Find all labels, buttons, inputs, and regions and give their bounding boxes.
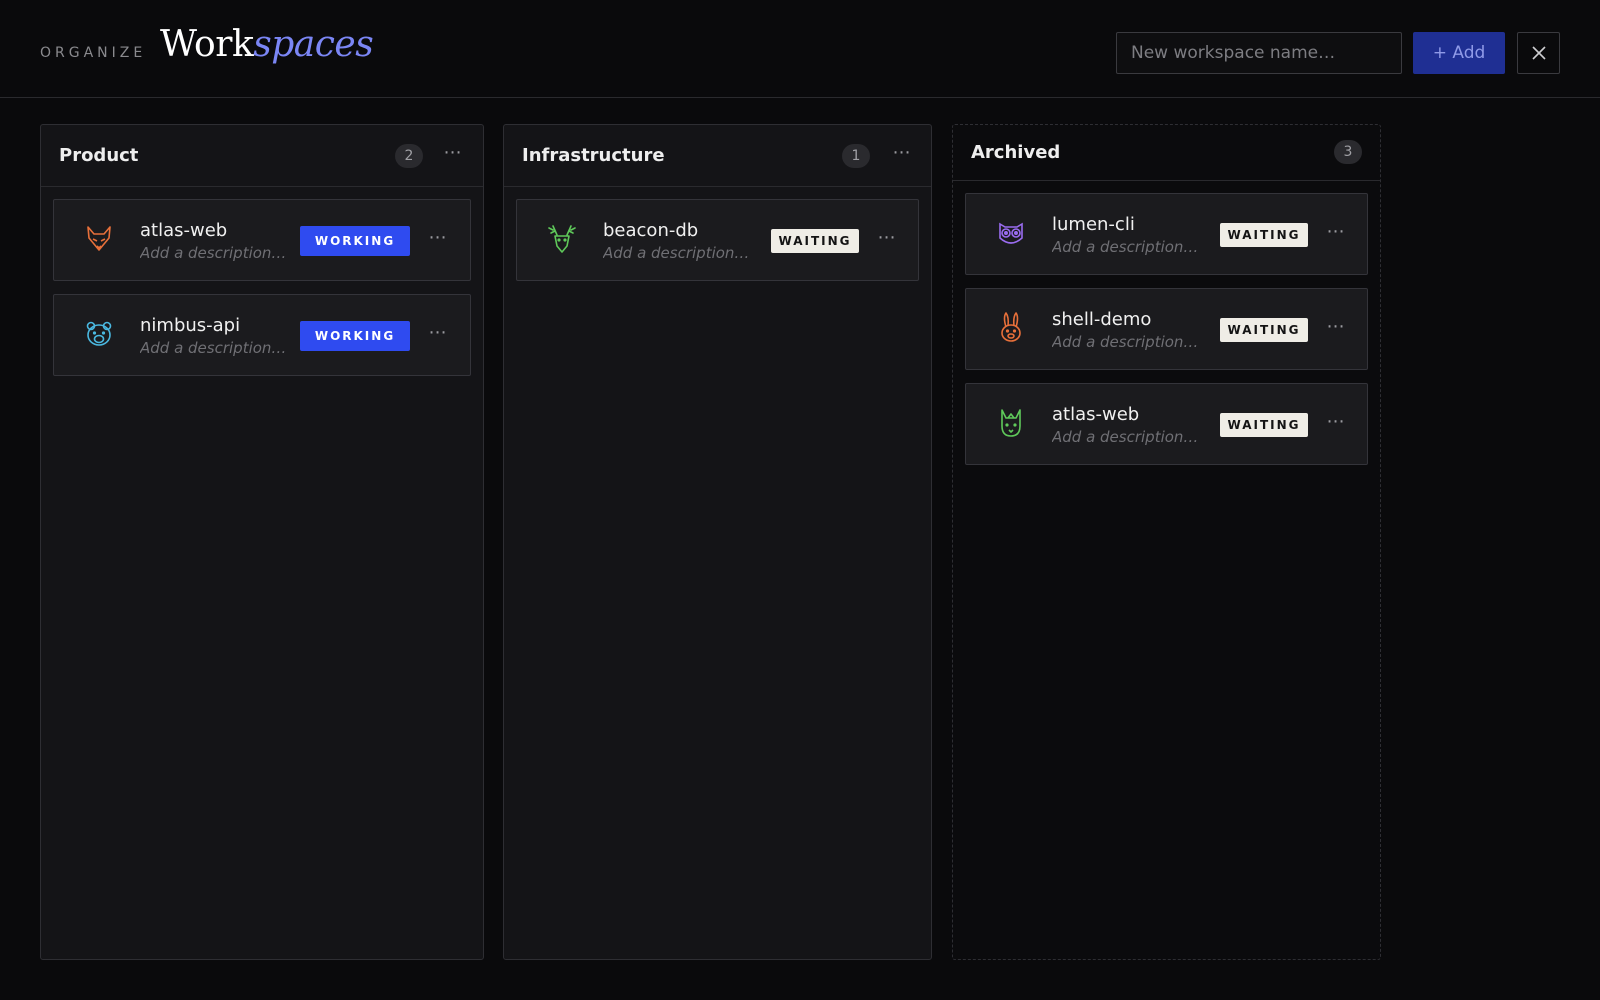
column-title: Infrastructure [522,145,665,166]
workspace-name: nimbus-api [140,315,241,336]
column-count-badge: 1 [842,144,870,168]
column-count-badge: 2 [395,144,423,168]
header: ORGANIZE Workspaces + Add [0,0,1600,98]
column-archived: Archived 3 lumen-cli Add a description… … [952,124,1381,960]
close-button[interactable] [1517,32,1560,74]
workspace-card[interactable]: atlas-web Add a description… WAITING ⋯ [965,383,1368,465]
workspace-card[interactable]: lumen-cli Add a description… WAITING ⋯ [965,193,1368,275]
page-title-main: Work [160,24,254,65]
column-header: Infrastructure 1 ⋯ [504,125,931,187]
close-icon [1531,46,1546,60]
workspace-name: lumen-cli [1052,214,1135,235]
status-badge: WAITING [1220,223,1308,247]
column-header: Archived 3 [953,125,1380,181]
workspace-name: beacon-db [603,220,699,241]
status-badge: WORKING [300,226,410,256]
fox-icon [87,226,111,251]
card-menu-button[interactable]: ⋯ [875,228,899,252]
owl-icon [999,222,1023,244]
workspace-card[interactable]: beacon-db Add a description… WAITING ⋯ [516,199,919,281]
workspace-description[interactable]: Add a description… [1052,333,1202,351]
bear-icon [86,321,112,346]
column-menu-button[interactable]: ⋯ [441,143,465,167]
workspace-description[interactable]: Add a description… [1052,428,1202,446]
card-menu-button[interactable]: ⋯ [1324,412,1348,436]
column-title: Product [59,145,139,166]
workspace-name: atlas-web [140,220,228,241]
deer-icon [548,225,576,253]
card-menu-button[interactable]: ⋯ [426,323,450,347]
cat-icon [1001,409,1021,437]
rabbit-icon [1001,312,1021,342]
column-header: Product 2 ⋯ [41,125,483,187]
column-infrastructure: Infrastructure 1 ⋯ beacon-db Add a descr… [503,124,932,960]
column-count-badge: 3 [1334,140,1362,164]
workspace-description[interactable]: Add a description… [603,244,753,262]
status-badge: WAITING [771,229,859,253]
status-badge: WAITING [1220,318,1308,342]
page-title-accent: spaces [253,24,374,65]
add-workspace-button[interactable]: + Add [1413,32,1505,74]
card-menu-button[interactable]: ⋯ [1324,222,1348,246]
status-badge: WORKING [300,321,410,351]
new-workspace-input[interactable] [1116,32,1402,74]
workspace-card[interactable]: nimbus-api Add a description… WORKING ⋯ [53,294,471,376]
workspace-name: shell-demo [1052,309,1152,330]
workspace-description[interactable]: Add a description… [1052,238,1202,256]
column-menu-button[interactable]: ⋯ [890,143,914,167]
brand-eyebrow: ORGANIZE [40,45,147,61]
card-menu-button[interactable]: ⋯ [426,228,450,252]
workspace-card[interactable]: shell-demo Add a description… WAITING ⋯ [965,288,1368,370]
workspace-description[interactable]: Add a description… [140,244,290,262]
column-product: Product 2 ⋯ atlas-web Add a description…… [40,124,484,960]
page-title: Workspaces [160,24,374,65]
status-badge: WAITING [1220,413,1308,437]
workspace-name: atlas-web [1052,404,1140,425]
workspace-card[interactable]: atlas-web Add a description… WORKING ⋯ [53,199,471,281]
column-title: Archived [971,142,1061,163]
card-menu-button[interactable]: ⋯ [1324,317,1348,341]
workspace-description[interactable]: Add a description… [140,339,290,357]
